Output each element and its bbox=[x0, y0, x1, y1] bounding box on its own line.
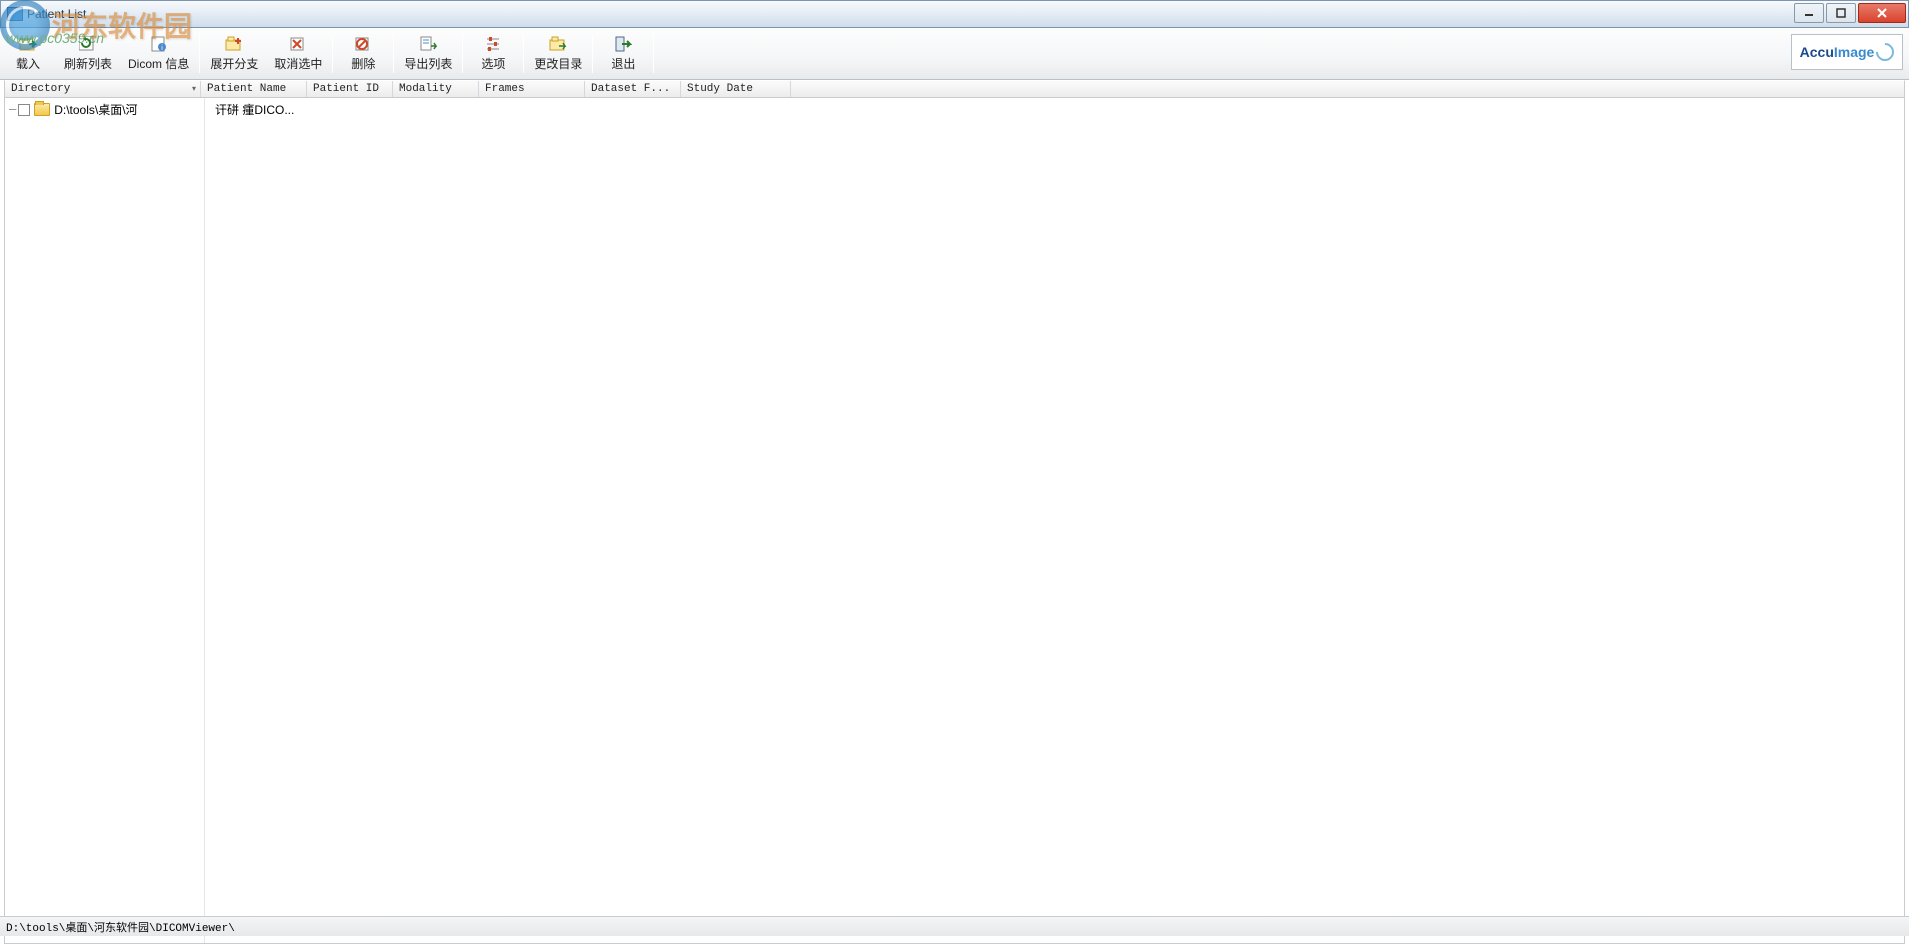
import-button[interactable]: 载入 bbox=[0, 28, 56, 79]
col-patient-name[interactable]: Patient Name bbox=[201, 81, 307, 97]
import-label: 载入 bbox=[16, 55, 40, 72]
col-study-date-label: Study Date bbox=[687, 83, 753, 95]
toolbar-separator bbox=[199, 34, 200, 73]
delete-icon bbox=[353, 35, 373, 53]
status-path: D:\tools\桌面\河东软件园\DICOMViewer\ bbox=[6, 919, 235, 935]
expand-branch-button[interactable]: 展开分支 bbox=[202, 28, 266, 79]
toolbar-separator bbox=[332, 34, 333, 73]
toolbar-separator bbox=[653, 34, 654, 73]
folder-icon bbox=[34, 103, 50, 116]
expand-icon bbox=[224, 35, 244, 53]
col-directory-label: Directory bbox=[11, 83, 70, 95]
tree-item[interactable]: ─ D:\tools\桌面\河 bbox=[5, 100, 204, 119]
minimize-button[interactable] bbox=[1794, 3, 1824, 23]
toolbar-separator bbox=[462, 34, 463, 73]
brand-name-part2: Image bbox=[1834, 44, 1874, 60]
deselect-button[interactable]: 取消选中 bbox=[266, 28, 330, 79]
close-button[interactable] bbox=[1858, 3, 1906, 23]
col-dataset-f[interactable]: Dataset F... bbox=[585, 81, 681, 97]
tree-item-label: D:\tools\桌面\河 bbox=[54, 101, 137, 118]
window-title: Patient List bbox=[27, 7, 86, 21]
maximize-icon bbox=[1836, 8, 1846, 18]
data-list-pane[interactable]: 讦硑 瘇DICO... bbox=[205, 98, 1904, 943]
statusbar: D:\tools\桌面\河东软件园\DICOMViewer\ bbox=[0, 916, 1909, 936]
deselect-label: 取消选中 bbox=[274, 55, 322, 72]
tree-connector-icon: ─ bbox=[9, 103, 16, 117]
col-directory[interactable]: Directory ▾ bbox=[5, 81, 201, 97]
column-headers: Directory ▾ Patient Name Patient ID Moda… bbox=[4, 80, 1905, 98]
delete-button[interactable]: 删除 bbox=[335, 28, 391, 79]
col-frames[interactable]: Frames bbox=[479, 81, 585, 97]
maximize-button[interactable] bbox=[1826, 3, 1856, 23]
change-directory-button[interactable]: 更改目录 bbox=[526, 28, 590, 79]
directory-tree-pane[interactable]: ─ D:\tools\桌面\河 bbox=[5, 98, 205, 943]
export-label: 导出列表 bbox=[404, 55, 452, 72]
close-icon bbox=[1877, 8, 1887, 18]
brand-logo: AccuImage bbox=[1791, 34, 1903, 70]
window-controls bbox=[1794, 3, 1906, 23]
minimize-icon bbox=[1804, 8, 1814, 18]
cell-patient-name: 讦硑 瘇DICO... bbox=[209, 101, 315, 118]
col-spacer bbox=[791, 81, 1904, 97]
list-row[interactable]: 讦硑 瘇DICO... bbox=[209, 100, 1900, 119]
col-dataset-f-label: Dataset F... bbox=[591, 83, 670, 95]
dicom-info-label: Dicom 信息 bbox=[128, 55, 189, 72]
col-study-date[interactable]: Study Date bbox=[681, 81, 791, 97]
col-modality-label: Modality bbox=[399, 83, 452, 95]
refresh-list-button[interactable]: 刷新列表 bbox=[56, 28, 120, 79]
info-icon: i bbox=[149, 35, 169, 53]
exit-button[interactable]: 退出 bbox=[595, 28, 651, 79]
refresh-icon bbox=[78, 35, 98, 53]
sort-indicator-icon: ▾ bbox=[192, 84, 196, 94]
titlebar: Patient List bbox=[0, 0, 1909, 28]
expand-label: 展开分支 bbox=[210, 55, 258, 72]
import-icon bbox=[18, 35, 38, 53]
export-list-button[interactable]: 导出列表 bbox=[396, 28, 460, 79]
toolbar-separator bbox=[393, 34, 394, 73]
deselect-icon bbox=[288, 35, 308, 53]
col-modality[interactable]: Modality bbox=[393, 81, 479, 97]
toolbar-separator bbox=[592, 34, 593, 73]
options-button[interactable]: 选项 bbox=[465, 28, 521, 79]
dicom-info-button[interactable]: i Dicom 信息 bbox=[120, 28, 197, 79]
col-frames-label: Frames bbox=[485, 83, 525, 95]
brand-swirl-icon bbox=[1873, 39, 1898, 64]
col-patient-id-label: Patient ID bbox=[313, 83, 379, 95]
col-patient-name-label: Patient Name bbox=[207, 83, 286, 95]
content-panes: ─ D:\tools\桌面\河 讦硑 瘇DICO... bbox=[4, 98, 1905, 944]
col-patient-id[interactable]: Patient ID bbox=[307, 81, 393, 97]
tree-checkbox[interactable] bbox=[18, 104, 30, 116]
export-icon bbox=[418, 35, 438, 53]
refresh-label: 刷新列表 bbox=[64, 55, 112, 72]
toolbar: 载入 刷新列表 i Dicom 信息 展开分支 取消选中 删除 bbox=[0, 28, 1909, 80]
options-icon bbox=[483, 35, 503, 53]
options-label: 选项 bbox=[481, 55, 505, 72]
brand-name-part1: Accu bbox=[1800, 44, 1834, 60]
exit-icon bbox=[613, 35, 633, 53]
delete-label: 删除 bbox=[351, 55, 375, 72]
change-dir-label: 更改目录 bbox=[534, 55, 582, 72]
toolbar-separator bbox=[523, 34, 524, 73]
app-icon bbox=[7, 7, 23, 21]
exit-label: 退出 bbox=[611, 55, 635, 72]
change-dir-icon bbox=[548, 35, 568, 53]
